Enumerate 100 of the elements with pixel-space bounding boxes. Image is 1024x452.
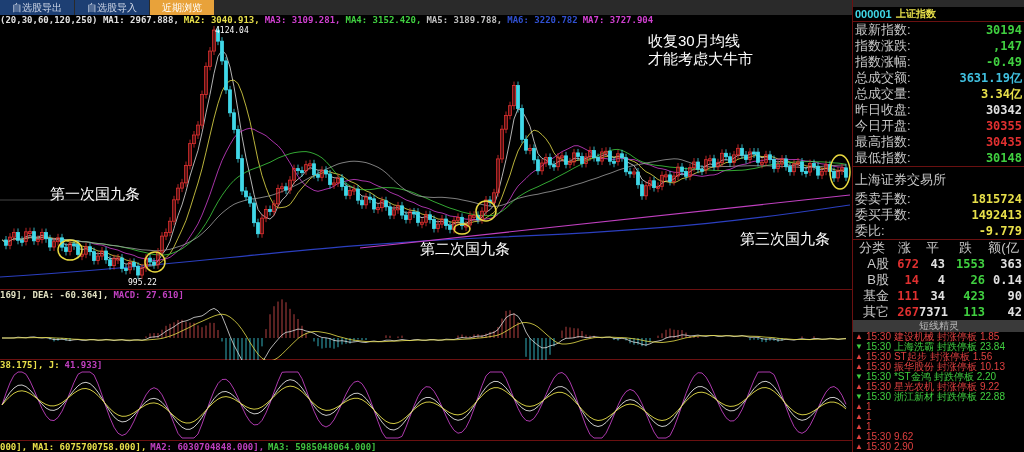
alert-text: ST起步	[893, 352, 927, 362]
table-cell-text: 672	[896, 256, 919, 272]
alert-text: 15:30	[865, 372, 891, 382]
table-cell-text: 34	[929, 288, 945, 304]
alert-text: 上海洗霸	[893, 342, 934, 352]
field-value: -0.49	[985, 54, 1022, 70]
legend-text: MACD: 27.610]	[113, 290, 184, 301]
alert-text: 10.13	[979, 362, 1005, 372]
alert-text: 封跌停板	[936, 392, 977, 402]
legend-text: (20,30,60,120,250) MA1: 2967.888,	[0, 15, 179, 26]
legend-text: MA6: 3220.782	[507, 15, 578, 26]
field-value: 1492413	[971, 207, 1022, 223]
price-label: 995.22	[128, 277, 157, 289]
alert-text: 建设机械	[893, 332, 934, 342]
table-cell-text: 0.14	[992, 272, 1022, 288]
tab[interactable]: 自选股导入	[75, 0, 149, 15]
annotation-text: 才能考虑大牛市	[648, 50, 753, 68]
stock-name: 上证指数	[895, 7, 936, 21]
alert-text: *ST金鸿	[893, 372, 931, 382]
alert-text: 1.85	[979, 332, 1000, 342]
legend-text: MA3: 5985048064.000]	[268, 441, 377, 452]
field-value: 30194	[985, 22, 1022, 38]
alert-text: 封涨停板	[929, 352, 970, 362]
down-triangle-icon: ▼	[855, 372, 863, 382]
highlight-circle	[57, 239, 83, 261]
table-cell-text: 4	[936, 272, 945, 288]
legend-text: 169], DEA: -60.364],	[0, 290, 109, 301]
down-triangle-icon: ▼	[855, 392, 863, 402]
up-triangle-icon: ▲	[855, 422, 863, 432]
column-header: 额(亿	[987, 240, 1020, 256]
column-header: 跌	[957, 240, 973, 256]
alert-text: 15:30	[865, 392, 891, 402]
alert-text: 封涨停板	[936, 362, 977, 372]
table-cell-text: 基金	[862, 288, 889, 304]
field-value: 30435	[985, 134, 1022, 150]
annotation-text: 第一次国九条	[50, 185, 140, 203]
field-value: ,147	[993, 38, 1022, 54]
table-cell-text: 90	[1006, 288, 1022, 304]
alert-text: 15:30	[865, 362, 891, 372]
field-value: 3631.19亿	[959, 70, 1022, 86]
alert-text: 封涨停板	[936, 382, 977, 392]
alert-text: 1	[865, 402, 872, 412]
field-label: 委卖手数:	[855, 191, 911, 207]
alert-text: 15:30	[865, 342, 891, 352]
alert-text: 15:30	[865, 332, 891, 342]
annotation-text: 收复30月均线	[648, 32, 740, 50]
column-header: 平	[924, 240, 940, 256]
table-cell-text: 43	[929, 256, 945, 272]
table-cell-text: 363	[999, 256, 1022, 272]
legend-text: MA2: 6030704848.000],	[150, 441, 265, 452]
down-triangle-icon: ▼	[855, 342, 863, 352]
up-triangle-icon: ▲	[855, 402, 863, 412]
legend-text: MA7: 3727.904	[582, 15, 654, 26]
column-header: 分类	[858, 240, 886, 256]
highlight-circle	[475, 200, 497, 222]
alert-text: 15:30	[865, 382, 891, 392]
field-value: 1815724	[971, 191, 1022, 207]
field-label: 指数涨幅:	[855, 54, 911, 70]
field-label: 最新指数:	[855, 22, 911, 38]
alert-text: 9.62	[893, 432, 914, 442]
field-label: 指数涨跌:	[855, 38, 911, 54]
highlight-circle	[453, 223, 471, 235]
field-label: 委买手数:	[855, 207, 911, 223]
table-cell-text: 26	[969, 272, 985, 288]
table-cell-text: A股	[866, 256, 889, 272]
alert-text: 15:30	[865, 352, 891, 362]
legend-text: 000], MA1: 6075700758.000],	[0, 441, 147, 452]
up-triangle-icon: ▲	[855, 332, 863, 342]
table-cell-text: 1553	[955, 256, 985, 272]
panel-title: 短线精灵	[853, 320, 1024, 332]
legend-text: MA5: 3189.788,	[426, 15, 503, 26]
field-label: 总成交额:	[855, 70, 911, 86]
field-label: 委比:	[855, 223, 885, 239]
field-label: 今日开盘:	[855, 118, 911, 134]
field-label: 最低指数:	[855, 150, 911, 166]
table-cell-text: 14	[903, 272, 919, 288]
field-value: 30342	[985, 102, 1022, 118]
legend-text: MA3: 3109.281,	[264, 15, 341, 26]
alert-text: 封涨停板	[936, 332, 977, 342]
field-value: 30148	[985, 150, 1022, 166]
alert-text: 23.84	[979, 342, 1005, 352]
up-triangle-icon: ▲	[855, 352, 863, 362]
tab[interactable]: 自选股导出	[0, 0, 74, 15]
highlight-circle	[829, 154, 851, 190]
field-label: 昨日收盘:	[855, 102, 911, 118]
alert-text: 22.88	[979, 392, 1005, 402]
legend-text: 41.933]	[64, 360, 103, 371]
field-label: 总成交量:	[855, 86, 911, 102]
annotation-text: 第三次国九条	[740, 230, 830, 248]
alert-text: 15:30	[865, 442, 891, 452]
legend-text: MA4: 3152.420,	[345, 15, 422, 26]
table-cell-text: 423	[962, 288, 985, 304]
price-label: 4124.04	[215, 25, 249, 37]
field-label: 最高指数:	[855, 134, 911, 150]
alert-text: 振华股份	[893, 362, 934, 372]
table-cell-text: 42	[1006, 304, 1022, 320]
table-cell-text: 267	[896, 304, 919, 320]
column-header: 涨	[896, 240, 912, 256]
legend-text: 38.175], J:	[0, 360, 60, 371]
alert-text: 1	[865, 422, 872, 432]
